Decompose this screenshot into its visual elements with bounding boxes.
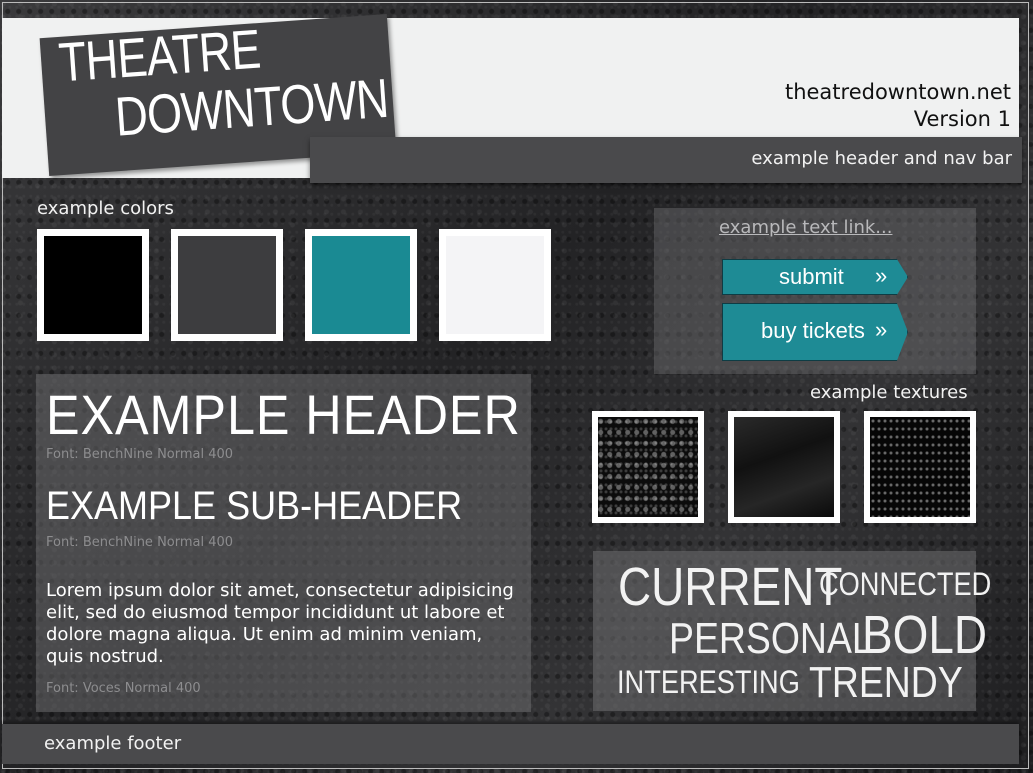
- texture-swatch-2: [728, 411, 840, 523]
- buy-tickets-button-label: buy tickets: [761, 318, 865, 343]
- color-swatch-black: [37, 229, 149, 341]
- submit-button-label: submit: [779, 264, 844, 289]
- texture-swatch-3: [864, 411, 976, 523]
- keyword-interesting: INTERESTING: [617, 664, 800, 700]
- example-text-link[interactable]: example text link...: [719, 217, 892, 238]
- subheader-font-note: Font: BenchNine Normal 400: [46, 535, 234, 550]
- colors-label: example colors: [37, 198, 174, 219]
- nav-bar-label: example header and nav bar: [751, 148, 1012, 169]
- version-label: Version 1: [913, 107, 1011, 131]
- color-swatch-light-gray: [439, 229, 551, 341]
- texture-swatch-1: [592, 411, 704, 523]
- keyword-trendy: TRENDY: [809, 658, 963, 707]
- keyword-current: CURRENT: [618, 557, 843, 617]
- header-font-note: Font: BenchNine Normal 400: [46, 447, 234, 462]
- site-url: theatredowntown.net: [784, 80, 1011, 104]
- double-chevron-right-icon: »: [875, 317, 888, 342]
- keyword-connected: CONNECTED: [819, 566, 992, 602]
- body-copy: Lorem ipsum dolor sit amet, consectetur …: [46, 580, 514, 667]
- body-font-note: Font: Voces Normal 400: [46, 681, 201, 696]
- color-swatch-teal: [305, 229, 417, 341]
- example-subheader: EXAMPLE SUB-HEADER: [46, 484, 463, 528]
- example-header: EXAMPLE HEADER: [46, 383, 521, 446]
- keyword-bold: BOLD: [862, 605, 988, 665]
- footer-label: example footer: [44, 733, 182, 754]
- footer: example footer: [2, 724, 1019, 764]
- buy-tickets-button[interactable]: buy tickets »: [722, 303, 908, 361]
- logo[interactable]: THEATRE DOWNTOWN: [52, 10, 399, 149]
- double-chevron-right-icon: »: [875, 263, 888, 288]
- keyword-personal: PERSONAL: [669, 614, 873, 663]
- nav-bar: example header and nav bar: [310, 137, 1022, 183]
- color-swatch-dark-gray: [171, 229, 283, 341]
- submit-button[interactable]: submit »: [722, 259, 908, 295]
- textures-label: example textures: [810, 382, 968, 403]
